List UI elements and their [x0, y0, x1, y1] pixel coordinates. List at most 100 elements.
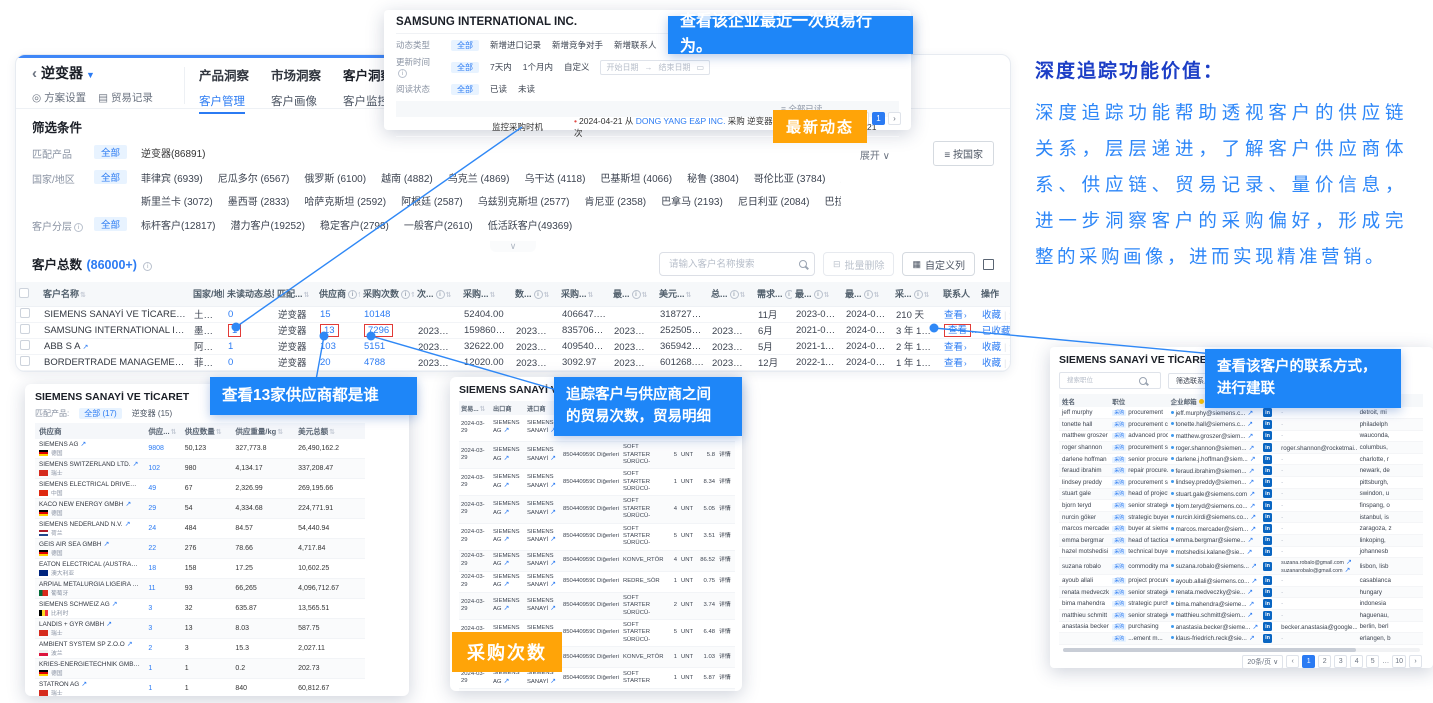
cell-value[interactable]: 13: [320, 324, 339, 337]
page-button[interactable]: 5: [1366, 655, 1379, 668]
sort-icon[interactable]: ⇅: [924, 292, 930, 299]
linkedin-icon[interactable]: in: [1263, 420, 1272, 429]
tier-filter[interactable]: 低活跃客户(49369): [488, 217, 572, 232]
country-filter[interactable]: 菲律宾 (6939): [141, 170, 203, 185]
importer[interactable]: SIEMENS SANAYİ↗: [525, 689, 561, 691]
sort-icon[interactable]: ⇅: [411, 292, 414, 299]
filter-option[interactable]: 已读: [490, 83, 507, 95]
external-link-icon[interactable]: ↗: [1247, 421, 1253, 428]
linkedin-icon[interactable]: in: [1263, 431, 1272, 440]
exporter[interactable]: SIEMENS AG↗: [491, 469, 525, 496]
external-link-icon[interactable]: ↗: [550, 678, 556, 685]
supplier-name[interactable]: SIEMENS SCHWEIZ AG↗: [39, 600, 140, 608]
tab-产品洞察[interactable]: 产品洞察: [199, 65, 249, 84]
linkedin-icon[interactable]: in: [1263, 599, 1272, 608]
external-link-icon[interactable]: ↗: [1246, 549, 1252, 556]
external-link-icon[interactable]: ↗: [133, 461, 139, 468]
cell-value[interactable]: 1: [228, 324, 241, 337]
external-link-icon[interactable]: ↗: [504, 678, 510, 685]
detail-link[interactable]: 详情: [717, 668, 735, 689]
contact-email[interactable]: jeff.murphy@siemens.c...: [1176, 410, 1246, 417]
filter-option[interactable]: 自定义: [564, 61, 590, 73]
external-link-icon[interactable]: ↗: [82, 344, 88, 351]
row-action-link[interactable]: 删除: [1009, 310, 1011, 321]
external-link-icon[interactable]: ↗: [1250, 456, 1256, 463]
contact-email[interactable]: matthew.groszer@siem...: [1176, 433, 1246, 440]
customer-name[interactable]: BORDERTRADE MANAGEMENT IN: [44, 357, 190, 368]
supply-count[interactable]: 3: [144, 619, 180, 639]
supplier-name[interactable]: KRIES-ENERGIETECHNIK GMBH&AM P-CO;KG↗: [39, 660, 140, 668]
supply-count[interactable]: 24: [144, 519, 180, 539]
external-link-icon[interactable]: ↗: [1251, 563, 1257, 570]
country-filter[interactable]: 巴基斯坦 (4066): [600, 170, 672, 185]
supplier-name[interactable]: SIEMENS AG↗: [39, 440, 140, 448]
contact-email[interactable]: stuart.gale@siemens.com: [1176, 491, 1248, 498]
cell-value[interactable]: 4788: [364, 357, 385, 368]
filter-all-chip[interactable]: 全部: [451, 84, 479, 95]
contact-email[interactable]: klaus-friedrich.reck@sie...: [1176, 635, 1247, 642]
contact-email[interactable]: matthieu.schmitt@siem...: [1176, 612, 1246, 619]
country-filter[interactable]: 肯尼亚 (2358): [584, 193, 646, 208]
filter-all-chip[interactable]: 全部: [94, 145, 127, 159]
importer[interactable]: SIEMENS SANAYİ↗: [525, 550, 561, 571]
external-link-icon[interactable]: ↗: [80, 441, 86, 448]
row-action-link[interactable]: 已收藏: [982, 326, 1011, 337]
row-action-link[interactable]: 收藏: [982, 310, 1001, 321]
supply-count[interactable]: 1: [144, 679, 180, 697]
exporter[interactable]: SIEMENS AG↗: [491, 550, 525, 571]
supply-count[interactable]: 18: [144, 559, 180, 579]
external-link-icon[interactable]: ↗: [550, 482, 556, 489]
detail-link[interactable]: 详情: [717, 469, 735, 496]
column-header[interactable]: 采购次数i⇅: [360, 282, 414, 306]
sort-icon[interactable]: ⇅: [874, 292, 880, 299]
external-link-icon[interactable]: ↗: [1251, 578, 1257, 585]
detail-link[interactable]: 详情: [717, 523, 735, 550]
exporter[interactable]: SIEMENS AG↗: [491, 592, 525, 619]
linkedin-icon[interactable]: in: [1263, 622, 1272, 631]
customize-columns-button[interactable]: ▦自定义列: [902, 252, 975, 276]
external-link-icon[interactable]: ↗: [1248, 479, 1254, 486]
country-filter[interactable]: 乌兹别克斯坦 (2577): [478, 193, 570, 208]
external-link-icon[interactable]: ↗: [550, 605, 556, 612]
linkedin-icon[interactable]: in: [1263, 576, 1272, 585]
supplier-filter-all[interactable]: 全部 (17): [79, 408, 121, 419]
collapse-filter-chevron[interactable]: ∨: [490, 241, 536, 252]
column-header[interactable]: 供应...⇅: [144, 423, 180, 439]
country-filter[interactable]: 斯里兰卡 (3072): [141, 193, 213, 208]
external-link-icon[interactable]: ↗: [1250, 514, 1256, 521]
supplier-name[interactable]: ARPIAL METALURGIA LIGEIRA LDA↗: [39, 580, 140, 588]
column-header[interactable]: 数...i⇅: [512, 282, 558, 306]
external-link-icon[interactable]: ↗: [104, 541, 110, 548]
customer-name[interactable]: SAMSUNG INTERNATIONAL INC.: [44, 325, 190, 336]
filter-option[interactable]: 新增竞争对手: [552, 39, 603, 51]
detail-link[interactable]: 详情: [717, 620, 735, 647]
expand-toggle[interactable]: 展开 ∨: [860, 147, 890, 162]
supplier-name[interactable]: SIEMENS SWITZERLAND LTD.↗: [39, 460, 140, 468]
external-link-icon[interactable]: ↗: [504, 560, 510, 567]
filter-all-chip[interactable]: 全部: [94, 217, 127, 231]
supplier-name[interactable]: LANDIS + GYR GMBH↗: [39, 620, 140, 628]
supply-count[interactable]: 102: [144, 459, 180, 479]
importer[interactable]: SIEMENS SANAYİ↗: [525, 469, 561, 496]
cell-value[interactable]: 10148: [364, 309, 390, 320]
external-link-icon[interactable]: ↗: [1247, 589, 1253, 596]
supplier-filter-product[interactable]: 逆变器 (15): [132, 408, 172, 419]
customer-name[interactable]: ABB S A: [44, 341, 80, 352]
select-all-checkbox[interactable]: [19, 288, 29, 298]
external-link-icon[interactable]: ↗: [106, 621, 112, 628]
external-link-icon[interactable]: ↗: [1249, 491, 1255, 498]
external-link-icon[interactable]: ↗: [504, 509, 510, 516]
filter-option[interactable]: 7天内: [490, 61, 512, 73]
page-button[interactable]: 3: [1334, 655, 1347, 668]
contact-email[interactable]: roger.shannon@siemen...: [1176, 445, 1247, 452]
row-action-link[interactable]: 收藏: [982, 358, 1001, 369]
sort-icon[interactable]: ⇅: [216, 429, 222, 436]
detail-link[interactable]: 详情: [717, 571, 735, 592]
column-header[interactable]: 次...i⇅: [414, 282, 460, 306]
column-header[interactable]: 客户名称⇅: [40, 282, 190, 306]
linkedin-icon[interactable]: in: [1263, 634, 1272, 643]
supplier-name[interactable]: KACO NEW ENERGY GMBH↗: [39, 500, 140, 508]
sort-icon[interactable]: ⇅: [171, 429, 177, 436]
external-link-icon[interactable]: ↗: [1247, 537, 1253, 544]
supply-count[interactable]: 11: [144, 579, 180, 599]
